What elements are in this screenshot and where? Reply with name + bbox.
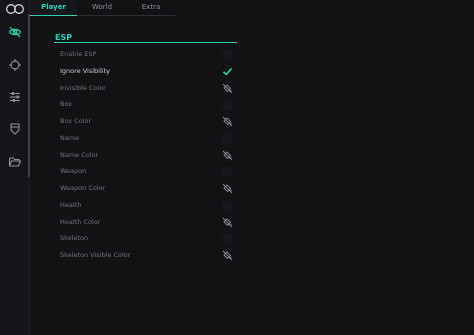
option-name[interactable]: Name <box>59 132 239 146</box>
tab-label: World <box>91 3 113 11</box>
option-weapon-color[interactable]: Weapon Color <box>59 182 239 196</box>
checkbox[interactable] <box>222 50 232 60</box>
option-health[interactable]: Health <box>59 199 239 213</box>
folder-open-icon[interactable] <box>8 155 22 169</box>
sidebar-divider <box>28 14 30 177</box>
eye-slash-icon[interactable] <box>8 25 22 39</box>
tab-world[interactable]: World <box>79 0 125 15</box>
crosshair-icon[interactable] <box>8 58 22 72</box>
option-label: Skeleton <box>60 234 89 243</box>
color-picker-icon[interactable] <box>222 116 233 127</box>
option-label: Invisible Color <box>60 83 106 92</box>
option-label: Name <box>60 133 80 142</box>
option-box[interactable]: Box <box>59 98 239 112</box>
option-label: Box Color <box>60 117 92 125</box>
active-tab-underline <box>30 15 77 16</box>
color-picker-icon[interactable] <box>222 250 233 261</box>
color-picker-icon[interactable] <box>222 217 233 228</box>
option-label: Health Color <box>60 217 101 226</box>
tab-player[interactable]: Player <box>30 0 77 16</box>
section-title: ESP <box>55 33 73 42</box>
option-health-color[interactable]: Health Color <box>59 216 239 230</box>
option-skeleton[interactable]: Skeleton <box>59 232 239 246</box>
option-label: Ignore Visibility <box>60 66 110 75</box>
option-invisible-color[interactable]: Invisible Color <box>59 82 239 96</box>
option-ignore-visibility[interactable]: Ignore Visibility <box>59 65 239 79</box>
sliders-icon[interactable] <box>8 90 22 104</box>
color-picker-icon[interactable] <box>222 150 233 161</box>
option-label: Enable ESP <box>60 50 97 58</box>
option-skeleton-visible-color[interactable]: Skeleton Visible Color <box>59 249 239 263</box>
option-label: Weapon <box>60 167 87 176</box>
color-picker-icon[interactable] <box>222 183 233 194</box>
option-name-color[interactable]: Name Color <box>59 149 239 163</box>
option-label: Weapon Color <box>60 184 106 192</box>
option-enable-esp[interactable]: Enable ESP <box>59 48 239 62</box>
infinity-logo-icon <box>6 4 24 14</box>
option-label: Box <box>60 100 73 109</box>
paint-bucket-icon[interactable] <box>8 122 22 136</box>
checkmark-icon[interactable] <box>222 66 233 77</box>
option-label: Skeleton Visible Color <box>60 251 131 259</box>
checkbox[interactable] <box>222 200 232 211</box>
option-label: Name Color <box>60 150 99 159</box>
checkbox[interactable] <box>222 234 232 245</box>
tab-label: Player <box>41 3 66 11</box>
tab-label: Extra <box>141 3 161 11</box>
checkbox[interactable] <box>222 133 232 144</box>
section-divider <box>54 42 237 43</box>
option-weapon[interactable]: Weapon <box>59 165 239 179</box>
checkbox[interactable] <box>222 167 232 178</box>
tab-extra[interactable]: Extra <box>127 0 175 15</box>
color-picker-icon[interactable] <box>222 83 233 94</box>
sidebar <box>0 0 30 335</box>
option-label: Health <box>60 200 82 209</box>
tab-bar: Player World Extra <box>30 0 175 16</box>
checkbox[interactable] <box>222 100 232 111</box>
option-box-color[interactable]: Box Color <box>59 115 239 129</box>
